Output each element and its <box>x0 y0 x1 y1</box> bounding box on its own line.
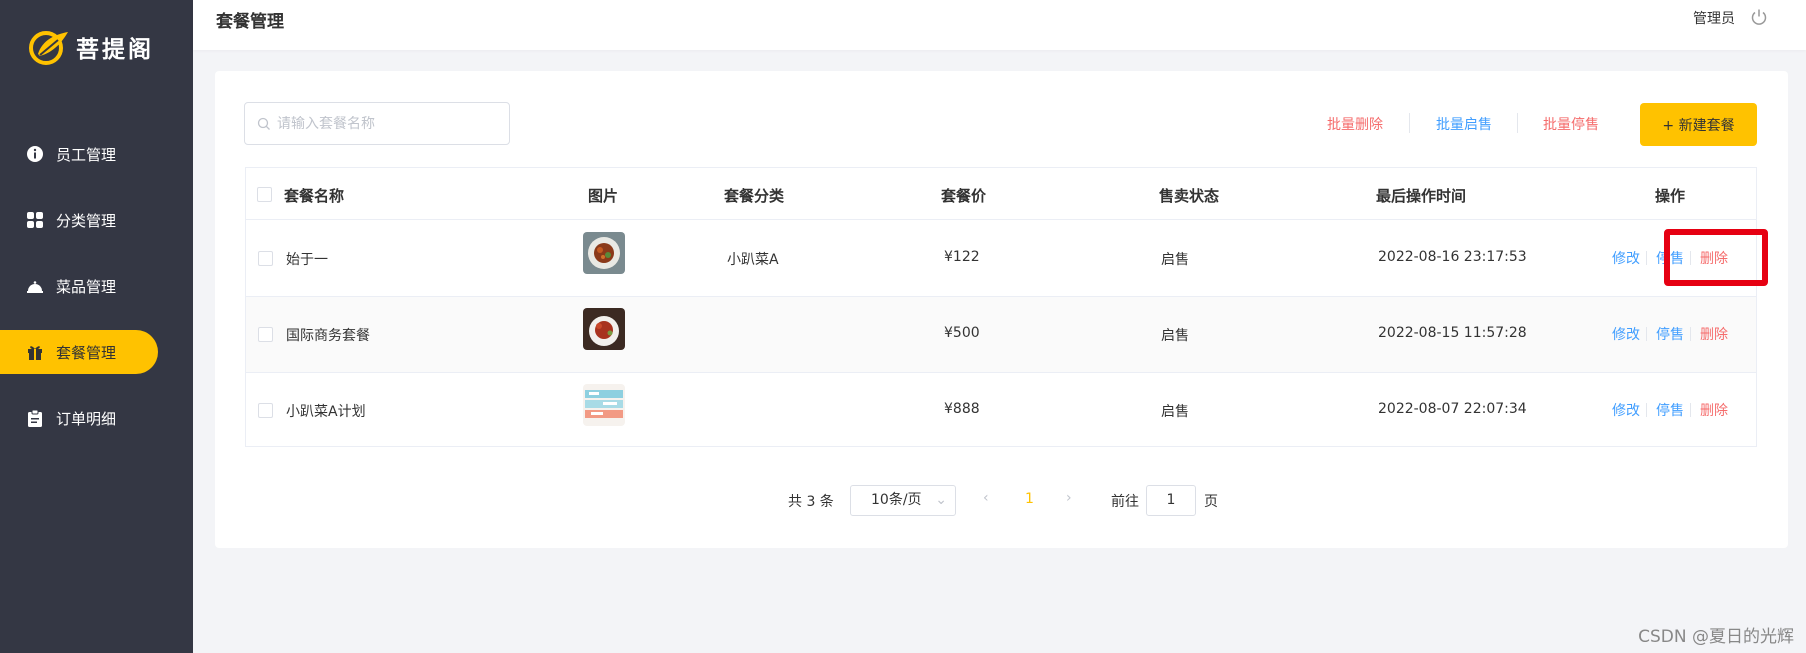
sidebar: 菩提阁 员工管理 分类管理 菜品管理 套餐管理 订单明细 <box>0 0 193 653</box>
pagination-total: 共 3 条 <box>788 494 834 510</box>
logo-text: 菩提阁 <box>76 37 154 63</box>
batch-disable-button[interactable]: 批量停售 <box>1543 114 1599 134</box>
sidebar-nav: 员工管理 分类管理 菜品管理 套餐管理 订单明细 <box>0 132 193 462</box>
batch-enable-button[interactable]: 批量启售 <box>1436 114 1492 134</box>
user-name[interactable]: 管理员 <box>1693 8 1735 28</box>
row-checkbox[interactable] <box>258 327 273 342</box>
column-header-category: 套餐分类 <box>724 187 785 205</box>
combo-time: 2022-08-16 23:17:53 <box>1378 249 1527 265</box>
goto-label: 前往 <box>1111 494 1139 510</box>
gift-icon <box>28 346 42 360</box>
prev-page-icon[interactable]: ‹ <box>983 490 989 506</box>
new-combo-button[interactable]: + 新建套餐 <box>1640 103 1757 146</box>
highlight-box <box>1664 229 1768 286</box>
column-header-image: 图片 <box>588 187 619 205</box>
edit-button[interactable]: 修改 <box>1612 400 1640 420</box>
current-page[interactable]: 1 <box>1025 491 1034 507</box>
divider <box>1409 113 1410 133</box>
logo: 菩提阁 <box>28 28 154 66</box>
combo-image <box>583 384 625 426</box>
page-size-value: 10条/页 <box>871 492 922 508</box>
divider <box>1690 403 1691 417</box>
power-icon[interactable] <box>1750 8 1768 26</box>
combo-time: 2022-08-15 11:57:28 <box>1378 325 1527 341</box>
search-icon <box>257 117 270 130</box>
combo-name: 小趴菜A计划 <box>286 404 366 420</box>
combo-image <box>583 232 625 274</box>
logo-leaf-icon <box>29 31 68 65</box>
combo-price: ¥500 <box>944 325 980 341</box>
search-box[interactable] <box>244 102 510 145</box>
sidebar-item-order[interactable]: 订单明细 <box>0 396 193 440</box>
clipboard-icon <box>28 409 42 427</box>
sidebar-item-label: 分类管理 <box>56 211 117 230</box>
sidebar-item-label: 菜品管理 <box>56 277 117 296</box>
combo-image <box>583 308 625 350</box>
combo-price: ¥122 <box>944 249 980 265</box>
combo-status: 启售 <box>1161 328 1189 344</box>
combo-time: 2022-08-07 22:07:34 <box>1378 401 1527 417</box>
combo-status: 启售 <box>1161 252 1189 268</box>
combo-price: ¥888 <box>944 401 980 417</box>
divider <box>1517 113 1518 133</box>
main-card: 批量删除 批量启售 批量停售 + 新建套餐 套餐名称 图片 套餐分类 套餐价 售… <box>215 71 1788 548</box>
edit-button[interactable]: 修改 <box>1612 248 1640 268</box>
dish-icon <box>27 281 43 293</box>
sidebar-item-employee[interactable]: 员工管理 <box>0 132 193 176</box>
column-header-status: 售卖状态 <box>1159 187 1220 205</box>
watermark: CSDN @夏日的光辉 <box>1638 627 1794 647</box>
column-header-actions: 操作 <box>1655 187 1686 205</box>
combo-name: 国际商务套餐 <box>286 328 370 344</box>
divider <box>1690 327 1691 341</box>
combo-table: 套餐名称 图片 套餐分类 套餐价 售卖状态 最后操作时间 操作 始于一 小趴菜A… <box>245 167 1757 447</box>
column-header-name: 套餐名称 <box>284 187 345 205</box>
table-header: 套餐名称 图片 套餐分类 套餐价 售卖状态 最后操作时间 操作 <box>246 168 1756 220</box>
page-size-select[interactable]: 10条/页 ⌄ <box>850 485 956 516</box>
page-title: 套餐管理 <box>216 12 284 32</box>
select-all-checkbox[interactable] <box>257 187 272 202</box>
disable-button[interactable]: 停售 <box>1656 400 1684 420</box>
column-header-price: 套餐价 <box>941 187 987 205</box>
next-page-icon[interactable]: › <box>1066 490 1072 506</box>
combo-status: 启售 <box>1161 404 1189 420</box>
edit-button[interactable]: 修改 <box>1612 324 1640 344</box>
disable-button[interactable]: 停售 <box>1656 324 1684 344</box>
sidebar-item-label: 订单明细 <box>56 409 117 428</box>
divider <box>1646 251 1647 265</box>
info-icon <box>27 146 43 162</box>
combo-name: 始于一 <box>286 252 328 268</box>
combo-category: 小趴菜A <box>727 252 779 268</box>
chevron-down-icon: ⌄ <box>935 492 947 508</box>
table-row: 始于一 小趴菜A ¥122 启售 2022-08-16 23:17:53 修改 … <box>246 221 1756 297</box>
goto-page-input[interactable]: 1 <box>1146 485 1196 516</box>
search-input[interactable] <box>277 115 497 132</box>
sidebar-item-label: 员工管理 <box>56 145 117 164</box>
table-row: 国际商务套餐 ¥500 启售 2022-08-15 11:57:28 修改 停售… <box>246 297 1756 373</box>
table-row: 小趴菜A计划 ¥888 启售 2022-08-07 22:07:34 修改 停售… <box>246 373 1756 449</box>
row-checkbox[interactable] <box>258 403 273 418</box>
divider <box>1646 403 1647 417</box>
column-header-time: 最后操作时间 <box>1376 187 1467 205</box>
goto-suffix: 页 <box>1204 494 1218 510</box>
sidebar-item-dish[interactable]: 菜品管理 <box>0 264 193 308</box>
sidebar-item-label: 套餐管理 <box>56 343 117 362</box>
delete-button[interactable]: 删除 <box>1700 400 1728 420</box>
grid-icon <box>27 212 43 228</box>
batch-delete-button[interactable]: 批量删除 <box>1327 114 1383 134</box>
delete-button[interactable]: 删除 <box>1700 324 1728 344</box>
header: 套餐管理 管理员 <box>193 0 1806 50</box>
sidebar-item-category[interactable]: 分类管理 <box>0 198 193 242</box>
sidebar-item-combo[interactable]: 套餐管理 <box>0 330 158 374</box>
row-checkbox[interactable] <box>258 251 273 266</box>
divider <box>1646 327 1647 341</box>
